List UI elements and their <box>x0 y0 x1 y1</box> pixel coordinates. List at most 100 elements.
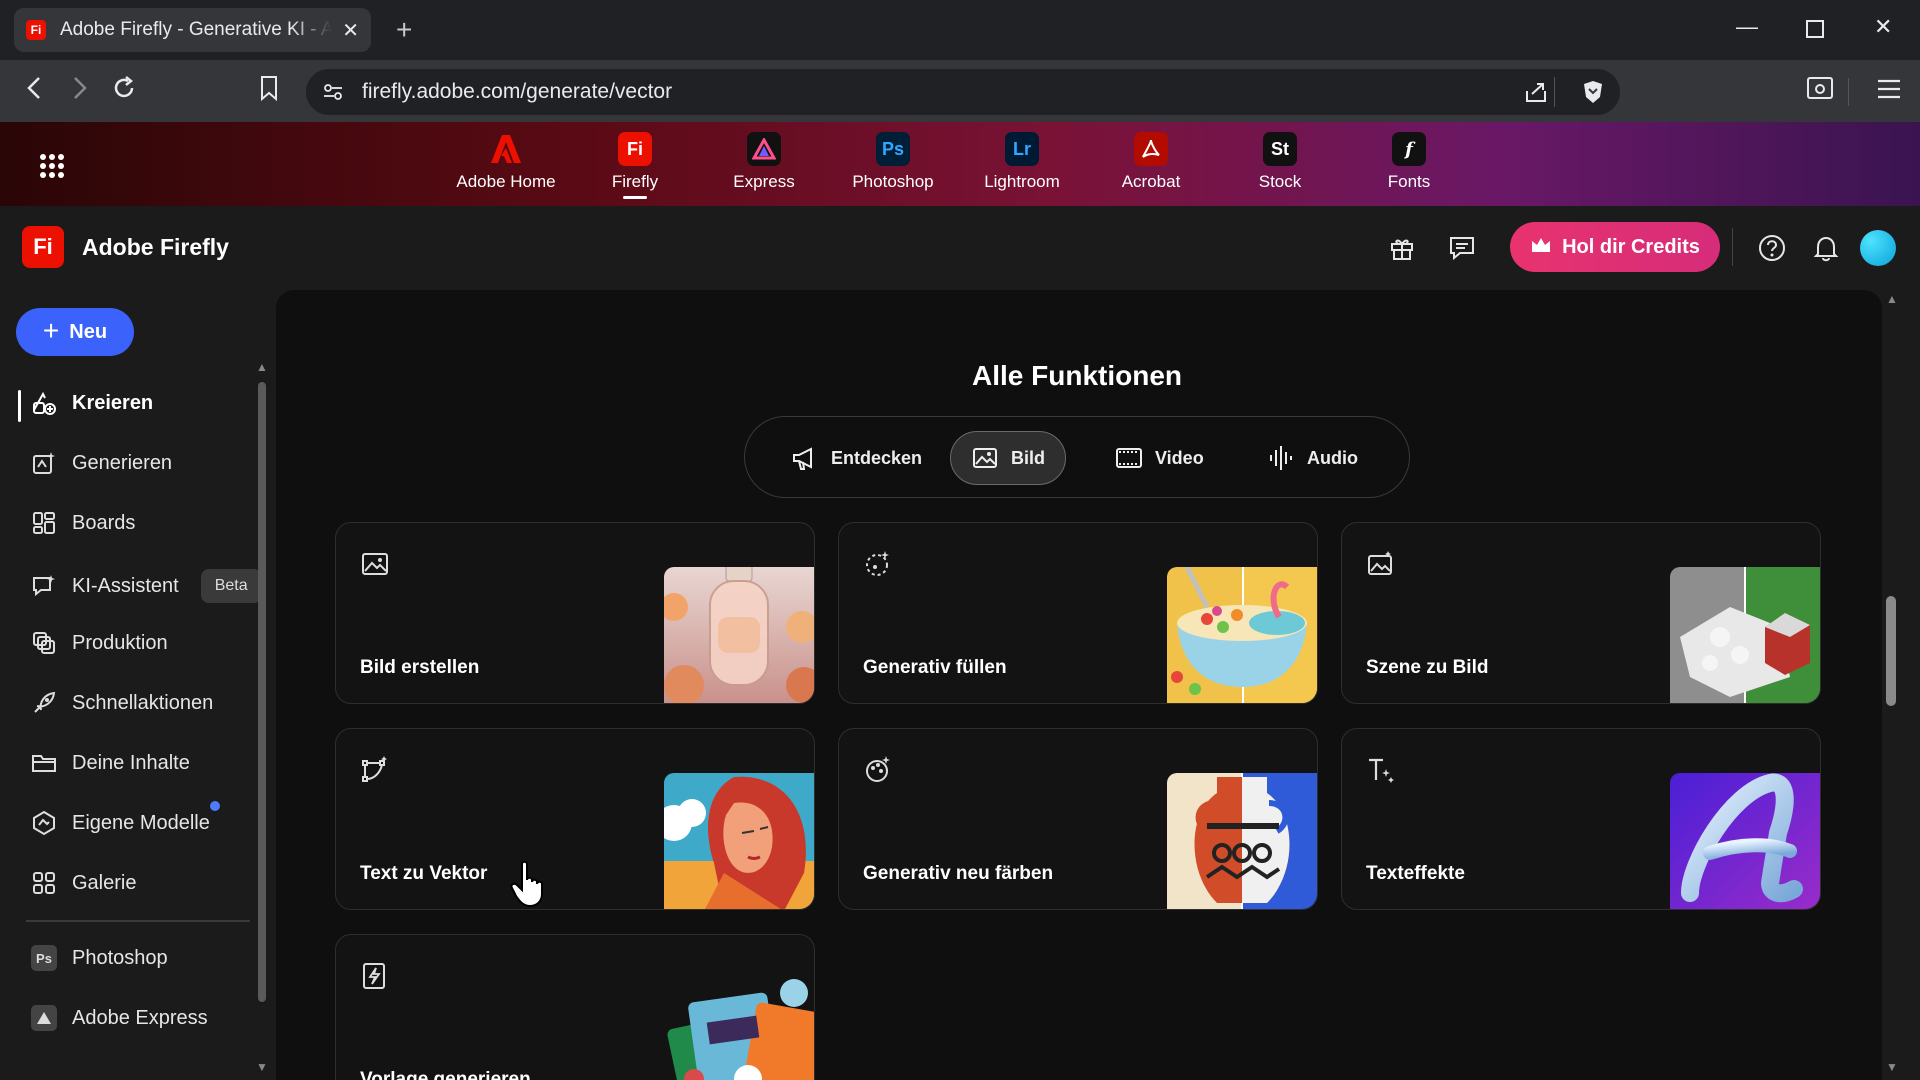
browser-tab[interactable]: Fi Adobe Firefly - Generative KI - Al ✕ <box>14 8 371 52</box>
megaphone-icon <box>793 447 812 470</box>
feature-card-generativ-fuellen[interactable]: Generativ füllen <box>838 522 1318 704</box>
hand-cursor-icon <box>510 860 543 908</box>
sidebar-item-deine-inhalte[interactable]: Deine Inhalte <box>30 743 190 783</box>
sidebar-item-label: Generieren <box>72 451 173 474</box>
feature-card-bild-erstellen[interactable]: Bild erstellen <box>335 522 815 704</box>
app-grid-icon[interactable] <box>40 154 64 178</box>
app-stock[interactable]: St Stock <box>1220 132 1340 192</box>
gallery-icon <box>30 869 58 897</box>
tab-entdecken[interactable]: Entdecken <box>771 431 942 485</box>
card-label: Bild erstellen <box>360 657 480 678</box>
user-avatar[interactable] <box>1860 230 1896 266</box>
tab-bild[interactable]: Bild <box>950 431 1066 485</box>
reader-mode-icon[interactable] <box>1806 76 1834 106</box>
bookmark-icon[interactable] <box>258 74 280 109</box>
feature-card-texteffekte[interactable]: Texteffekte <box>1341 728 1821 910</box>
adobe-app-switcher-bar: Adobe Home Fi Firefly Express Ps Photosh… <box>0 122 1920 206</box>
menu-icon[interactable] <box>1876 78 1902 106</box>
feature-card-generativ-neu-faerben[interactable]: Generativ neu färben <box>838 728 1318 910</box>
app-title[interactable]: Adobe Firefly <box>82 234 229 261</box>
firefly-favicon-icon: Fi <box>26 20 46 40</box>
help-icon[interactable] <box>1758 234 1786 262</box>
share-icon[interactable] <box>1524 81 1548 109</box>
close-tab-icon[interactable]: ✕ <box>342 18 359 43</box>
feature-card-szene-zu-bild[interactable]: Szene zu Bild <box>1341 522 1821 704</box>
adobe-logo-icon <box>489 132 523 166</box>
site-settings-icon[interactable] <box>322 81 344 103</box>
maximize-icon[interactable] <box>1806 18 1824 44</box>
boards-icon <box>30 509 58 537</box>
app-photoshop[interactable]: Ps Photoshop <box>833 132 953 192</box>
close-window-icon[interactable]: ✕ <box>1874 14 1892 40</box>
vector-icon <box>362 756 387 782</box>
app-acrobat[interactable]: Acrobat <box>1091 132 1211 192</box>
photoshop-app-icon: Ps <box>876 132 910 166</box>
firefly-header: Fi Adobe Firefly Hol dir Credits <box>0 206 1920 286</box>
generate-icon <box>30 449 58 477</box>
scroll-up-arrow-icon[interactable]: ▲ <box>256 360 268 374</box>
tab-label: Video <box>1155 447 1204 468</box>
sidebar-item-boards[interactable]: Boards <box>30 503 135 543</box>
card-label: Texteffekte <box>1366 863 1465 884</box>
toolbar-divider <box>1848 78 1849 106</box>
address-bar[interactable]: firefly.adobe.com/generate/vector <box>306 69 1620 115</box>
feature-category-tabs: Entdecken Bild Video Audio <box>744 416 1410 498</box>
app-firefly[interactable]: Fi Firefly <box>575 132 695 199</box>
app-fonts[interactable]: f Fonts <box>1349 132 1469 192</box>
express-icon <box>30 1004 58 1032</box>
feedback-icon[interactable] <box>1448 234 1476 262</box>
sidebar-item-adobe-express[interactable]: Adobe Express <box>30 998 208 1038</box>
ai-assistant-icon <box>30 572 58 600</box>
minimize-icon[interactable]: — <box>1736 14 1758 40</box>
sidebar-item-label: Schnellaktionen <box>72 691 214 714</box>
notifications-icon[interactable] <box>1812 234 1840 262</box>
url-divider <box>1554 77 1555 107</box>
new-tab-icon[interactable]: + <box>396 14 412 46</box>
sidebar-item-eigene-modelle[interactable]: Eigene Modelle <box>30 803 210 843</box>
sidebar-item-label: Photoshop <box>72 946 168 969</box>
sidebar-item-label: Deine Inhalte <box>72 751 190 774</box>
plus-icon: + <box>42 314 60 346</box>
sidebar-item-ki-assistent[interactable]: KI-Assistent Beta <box>30 566 262 606</box>
main-scroll-up-arrow-icon[interactable]: ▲ <box>1886 292 1898 306</box>
sidebar-item-schnellaktionen[interactable]: Schnellaktionen <box>30 683 213 723</box>
app-express[interactable]: Express <box>704 132 824 192</box>
recolor-icon <box>866 756 890 782</box>
tab-label: Bild <box>1011 447 1045 468</box>
new-indicator-dot <box>210 801 220 811</box>
sidebar-item-photoshop[interactable]: Ps Photoshop <box>30 938 168 978</box>
get-credits-button[interactable]: Hol dir Credits <box>1510 222 1720 272</box>
beta-badge: Beta <box>200 569 262 603</box>
app-lightroom[interactable]: Lr Lightroom <box>962 132 1082 192</box>
feature-card-vorlage-generieren[interactable]: Vorlage generieren <box>335 934 815 1080</box>
back-icon[interactable] <box>24 74 46 109</box>
card-thumbnail-templates <box>664 979 814 1080</box>
image-icon <box>973 448 997 468</box>
forward-icon[interactable] <box>68 74 90 109</box>
generative-fill-icon <box>866 551 889 576</box>
sidebar-scroll-thumb[interactable] <box>258 382 266 1002</box>
sidebar-item-kreieren[interactable]: Kreieren <box>30 383 153 423</box>
sidebar-item-generieren[interactable]: Generieren <box>30 443 172 483</box>
sidebar-item-galerie[interactable]: Galerie <box>30 863 136 903</box>
gift-icon[interactable] <box>1388 234 1416 262</box>
main-scroll-down-arrow-icon[interactable]: ▼ <box>1886 1060 1898 1074</box>
app-label: Stock <box>1258 172 1302 191</box>
app-adobe-home[interactable]: Adobe Home <box>446 132 566 192</box>
scroll-down-arrow-icon[interactable]: ▼ <box>256 1060 268 1074</box>
new-button[interactable]: + Neu <box>16 308 134 356</box>
tab-video[interactable]: Video <box>1095 431 1224 485</box>
main-scroll-thumb[interactable] <box>1886 596 1896 706</box>
sidebar-item-produktion[interactable]: Produktion <box>30 623 168 663</box>
photoshop-icon: Ps <box>30 944 58 972</box>
app-label: Firefly <box>611 172 659 191</box>
create-icon <box>30 389 58 417</box>
image-icon <box>362 553 388 575</box>
brave-shield-icon[interactable] <box>1582 79 1604 111</box>
app-label: Express <box>733 172 795 191</box>
reload-icon[interactable] <box>110 74 138 109</box>
feature-card-text-zu-vektor[interactable]: Text zu Vektor <box>335 728 815 910</box>
tab-audio[interactable]: Audio <box>1247 431 1378 485</box>
firefly-logo[interactable]: Fi <box>22 226 64 268</box>
acrobat-logo-icon <box>1134 132 1168 166</box>
